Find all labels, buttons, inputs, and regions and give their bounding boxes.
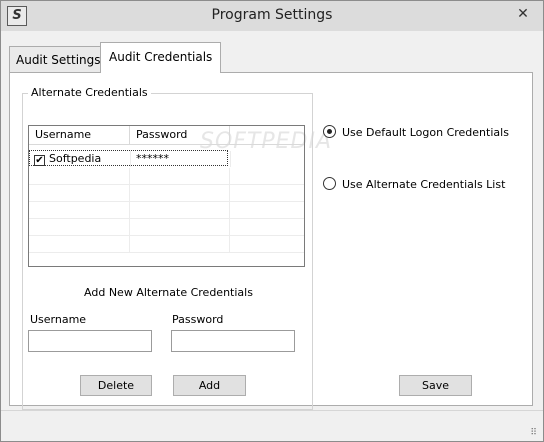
column-header-username[interactable]: Username: [29, 126, 130, 144]
window-title: Program Settings: [211, 7, 333, 23]
username-label: Username: [30, 313, 87, 326]
radio-alternate-list[interactable]: Use Alternate Credentials List: [323, 177, 505, 191]
default-logon-label: Use Default Logon Credentials: [342, 126, 509, 139]
password-input[interactable]: [171, 330, 295, 352]
empty-cell: [29, 236, 130, 252]
empty-cell: [130, 168, 230, 184]
row-username: Softpedia: [49, 152, 102, 165]
empty-row: [29, 202, 304, 219]
save-button[interactable]: Save: [399, 375, 472, 396]
column-header-password[interactable]: Password: [130, 126, 230, 144]
empty-row: [29, 236, 304, 253]
program-settings-window: S Program Settings ✕ Audit Settings Audi…: [0, 0, 544, 442]
empty-cell: [29, 168, 130, 184]
add-button[interactable]: Add: [173, 375, 246, 396]
title-bar[interactable]: S Program Settings ✕: [1, 1, 543, 31]
empty-cell: [130, 185, 230, 201]
empty-cell: [29, 219, 130, 235]
alternate-credentials-group: Alternate Credentials Username Password …: [22, 86, 313, 410]
empty-row: [29, 168, 304, 185]
empty-cell: [130, 202, 230, 218]
close-button[interactable]: ✕: [512, 4, 534, 24]
alternate-list-label: Use Alternate Credentials List: [342, 178, 506, 191]
radio-unselected-icon: [323, 177, 336, 190]
add-new-credentials-label: Add New Alternate Credentials: [84, 286, 253, 299]
empty-cell: [29, 202, 130, 218]
empty-cell: [130, 219, 230, 235]
status-bar: ⠿: [1, 410, 543, 441]
tab-audit-credentials[interactable]: Audit Credentials: [100, 42, 222, 73]
empty-cell: [130, 236, 230, 252]
row-checkbox[interactable]: ✔: [34, 155, 45, 166]
grid-header: Username Password: [29, 126, 304, 145]
empty-row: [29, 185, 304, 202]
table-row[interactable]: ✔ Softpedia ******: [29, 150, 231, 167]
empty-row: [29, 219, 304, 236]
row-password: ******: [131, 151, 231, 167]
empty-cell: [29, 185, 130, 201]
size-grip-icon[interactable]: ⠿: [530, 428, 537, 438]
tab-audit-settings[interactable]: Audit Settings: [9, 46, 108, 72]
audit-credentials-panel: SOFTPEDIA Alternate Credentials Username…: [9, 72, 533, 410]
group-label: Alternate Credentials: [28, 86, 151, 99]
password-label: Password: [172, 313, 224, 326]
username-cell: ✔ Softpedia: [30, 151, 131, 167]
radio-selected-icon: [323, 125, 336, 138]
credentials-grid[interactable]: Username Password ✔ Softpedia ******: [28, 125, 305, 267]
tab-strip: Audit Settings Audit Credentials: [1, 31, 543, 73]
radio-default-logon[interactable]: Use Default Logon Credentials: [323, 125, 509, 139]
username-input[interactable]: [28, 330, 152, 352]
delete-button[interactable]: Delete: [80, 375, 152, 396]
